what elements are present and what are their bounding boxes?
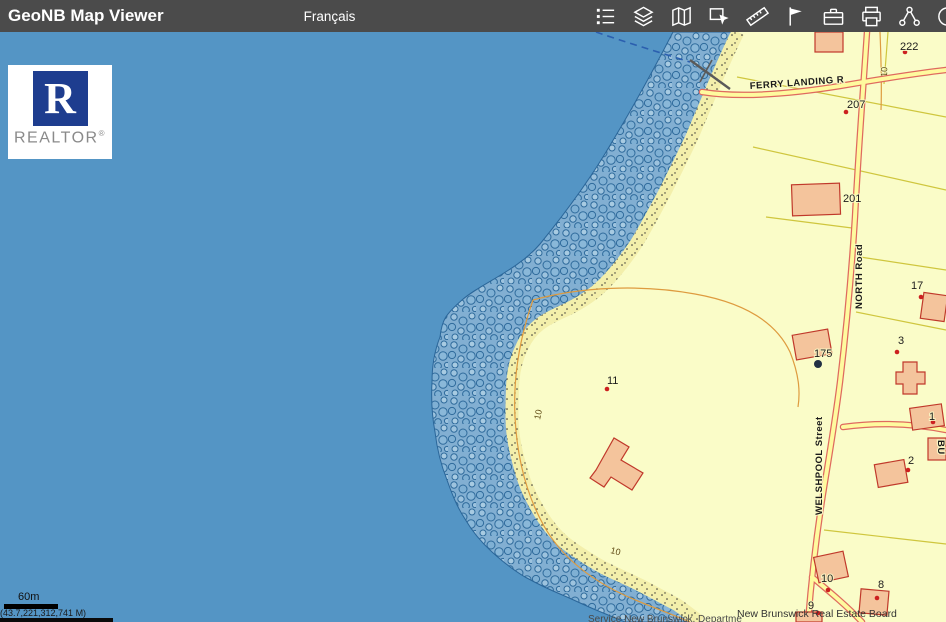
- toolbox-icon: [822, 5, 845, 28]
- help-button[interactable]: [935, 4, 946, 28]
- help-icon: [936, 5, 946, 28]
- identify-button[interactable]: [707, 4, 731, 28]
- header-bar: GeoNB Map Viewer Français: [0, 0, 946, 32]
- layers-button[interactable]: [631, 4, 655, 28]
- attribution-snb: Service New Brunswick, Departme: [588, 614, 742, 622]
- house-number-175: 175: [814, 348, 832, 360]
- realtor-logo: R REALTOR®: [8, 65, 112, 159]
- house-number-1: 1: [929, 411, 935, 423]
- coordinate-panel-edge: [0, 618, 113, 622]
- scale-bar-label: 60m: [18, 591, 58, 603]
- road-label-welshpool-street: WELSHPOOL Street: [814, 416, 825, 515]
- identify-icon: [708, 5, 731, 28]
- house-number-11: 11: [607, 375, 618, 387]
- realtor-wordmark: REALTOR®: [14, 129, 106, 147]
- layers-icon: [632, 5, 655, 28]
- basemap-button[interactable]: [669, 4, 693, 28]
- scale-bar: 60m: [4, 591, 58, 609]
- app-title: GeoNB Map Viewer: [8, 6, 164, 26]
- draw-flag-icon: [784, 5, 807, 28]
- house-number-2: 2: [908, 455, 914, 467]
- attribution-nbreb: New Brunswick Real Estate Board: [737, 608, 897, 620]
- legend-button[interactable]: [593, 4, 617, 28]
- map-canvas[interactable]: 10 10 10: [0, 32, 946, 622]
- print-icon: [860, 5, 883, 28]
- print-button[interactable]: [859, 4, 883, 28]
- house-number-8: 8: [878, 579, 884, 591]
- legend-icon: [594, 5, 617, 28]
- measure-icon: [746, 5, 769, 28]
- house-number-222: 222: [900, 41, 918, 53]
- share-network-icon: [898, 5, 921, 28]
- toolbar: [593, 4, 946, 28]
- house-number-3: 3: [898, 335, 904, 347]
- toolbox-button[interactable]: [821, 4, 845, 28]
- measure-button[interactable]: [745, 4, 769, 28]
- language-toggle-link[interactable]: Français: [304, 9, 356, 24]
- coordinate-readout: (43.7,221,312,741 M): [0, 608, 86, 618]
- road-label-bu: BU: [935, 440, 946, 455]
- registered-mark: ®: [99, 129, 106, 138]
- geonb-map-viewer: GeoNB Map Viewer Français: [0, 0, 946, 622]
- draw-button[interactable]: [783, 4, 807, 28]
- house-number-10: 10: [821, 573, 833, 585]
- share-button[interactable]: [897, 4, 921, 28]
- realtor-r-icon: R: [33, 71, 88, 126]
- contour-label: 10: [532, 409, 544, 421]
- road-label-north-road: NORTH Road: [854, 244, 865, 309]
- map-viewport[interactable]: 10 10 10: [0, 32, 946, 622]
- realtor-letter: R: [44, 73, 76, 124]
- house-number-17: 17: [911, 280, 923, 292]
- selected-point: [814, 360, 822, 368]
- house-number-207: 207: [847, 99, 865, 111]
- basemap-icon: [670, 5, 693, 28]
- house-number-201: 201: [843, 193, 861, 205]
